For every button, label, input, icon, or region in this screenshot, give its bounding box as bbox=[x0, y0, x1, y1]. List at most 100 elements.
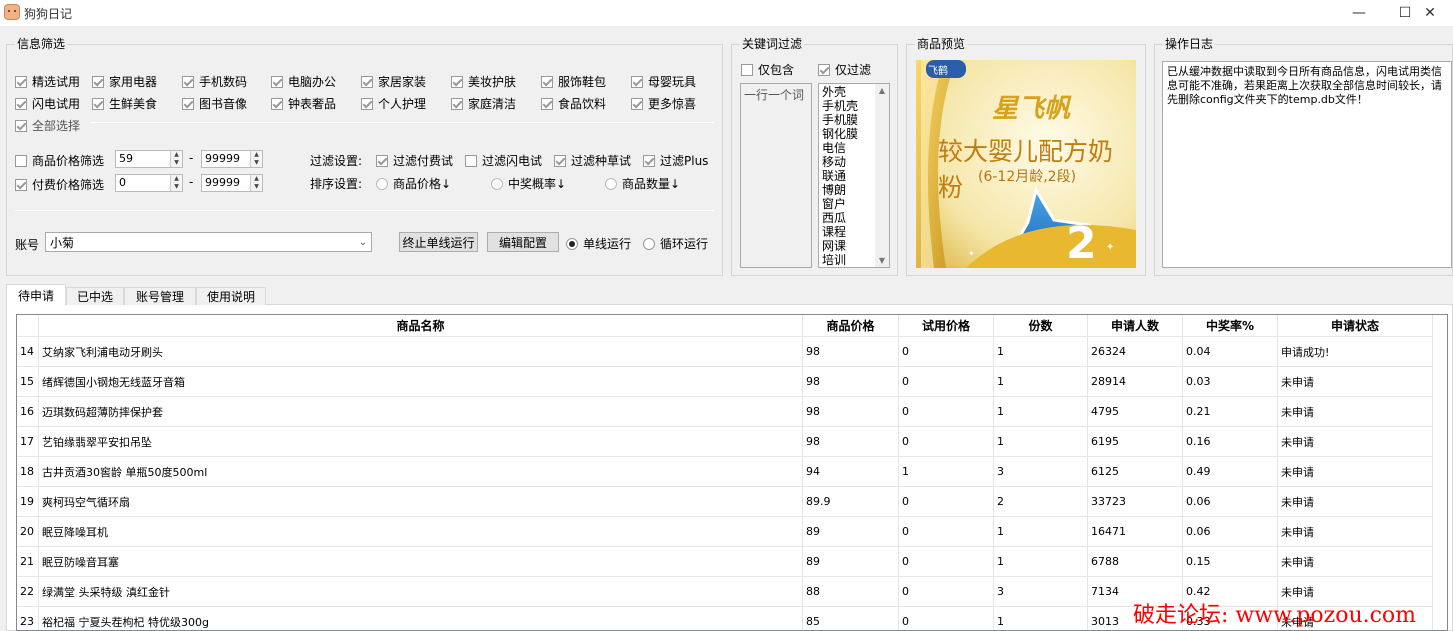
filter-paid-trial-checkbox[interactable]: 过滤付费试 bbox=[376, 152, 453, 169]
column-header[interactable]: 份数 bbox=[994, 315, 1088, 337]
table-cell: 94 bbox=[803, 457, 899, 487]
keyword-list[interactable]: 外壳 手机壳 手机膜 钢化膜 电信 移动 联通 博朗 窗户 西瓜 课程 网课 培训 ▲ ▼ bbox=[818, 83, 890, 268]
account-select[interactable]: 小菊 ⌄ bbox=[45, 232, 372, 252]
select-all-checkbox[interactable]: 全部选择 bbox=[15, 117, 80, 134]
category-checkbox[interactable]: 钟表奢品 bbox=[271, 95, 336, 112]
column-header[interactable]: 申请人数 bbox=[1088, 315, 1183, 337]
table-cell: 0 bbox=[899, 577, 994, 607]
paid-max-spinner[interactable]: 99999 ▲ ▼ bbox=[201, 174, 263, 192]
scroll-down-icon[interactable]: ▼ bbox=[875, 256, 889, 265]
sort-by-price-radio[interactable]: 商品价格↓ bbox=[376, 175, 451, 192]
price-max-spinner[interactable]: 99999 ▲ ▼ bbox=[201, 150, 263, 168]
tab-selected[interactable]: 已中选 bbox=[66, 287, 124, 305]
checkbox-box bbox=[741, 63, 753, 76]
table-cell: 0 bbox=[899, 337, 994, 367]
checkbox-box bbox=[631, 97, 643, 110]
category-label: 闪电试用 bbox=[32, 97, 81, 111]
checkbox-box bbox=[92, 75, 104, 88]
category-label: 个人护理 bbox=[378, 97, 427, 111]
keyword-scrollbar[interactable]: ▲ ▼ bbox=[875, 84, 889, 267]
checkbox-box bbox=[376, 154, 388, 167]
row-number: 17 bbox=[17, 427, 39, 457]
price-filter-checkbox[interactable]: 商品价格筛选 bbox=[15, 152, 104, 169]
spin-down-icon[interactable]: ▼ bbox=[251, 159, 262, 167]
category-checkbox[interactable]: 家居家装 bbox=[361, 73, 426, 90]
table-cell: 1 bbox=[994, 517, 1088, 547]
divider bbox=[15, 210, 714, 211]
category-checkbox[interactable]: 生鲜美食 bbox=[92, 95, 157, 112]
paid-range-dash: - bbox=[189, 175, 194, 189]
edit-config-button[interactable]: 编辑配置 bbox=[487, 232, 559, 252]
table-cell: 未申请 bbox=[1278, 427, 1433, 457]
price-min-spinner[interactable]: 59 ▲ ▼ bbox=[115, 150, 183, 168]
loop-run-radio[interactable]: 循环运行 bbox=[643, 235, 708, 252]
column-header[interactable]: 试用价格 bbox=[899, 315, 994, 337]
log-textarea[interactable]: 已从缓冲数据中读取到今日所有商品信息，闪电试用类信息可能不准确，若果距离上次获取… bbox=[1162, 61, 1452, 268]
stop-single-run-button[interactable]: 终止单线运行 bbox=[399, 232, 478, 252]
table-cell: 89.9 bbox=[803, 487, 899, 517]
spin-up-icon[interactable]: ▲ bbox=[251, 151, 262, 159]
column-header[interactable]: 商品价格 bbox=[803, 315, 899, 337]
spin-up-icon[interactable]: ▲ bbox=[251, 175, 262, 183]
table-row[interactable]: 20 眠豆降噪耳机 89 0 1 16471 0.06 未申请 bbox=[17, 517, 1433, 547]
table-row[interactable]: 15 绪辉德国小钢炮无线蓝牙音箱 98 0 1 28914 0.03 未申请 bbox=[17, 367, 1433, 397]
product-sub-text: (6-12月龄,2段) bbox=[978, 169, 1077, 185]
table-row[interactable]: 18 古井贡酒30窖龄 单瓶50度500ml 94 1 3 6125 0.49 未申请 bbox=[17, 457, 1433, 487]
column-header[interactable]: 中奖率% bbox=[1183, 315, 1278, 337]
category-checkbox[interactable]: 美妆护肤 bbox=[451, 73, 516, 90]
keyword-filter-title: 关键词过滤 bbox=[740, 37, 805, 51]
table-row[interactable]: 21 眠豆防噪音耳塞 89 0 1 6788 0.15 未申请 bbox=[17, 547, 1433, 577]
category-checkbox[interactable]: 食品饮料 bbox=[541, 95, 606, 112]
category-checkbox[interactable]: 电脑办公 bbox=[271, 73, 336, 90]
minimize-button[interactable]: — bbox=[1336, 0, 1382, 26]
only-include-checkbox[interactable]: 仅包含 bbox=[741, 61, 794, 78]
scroll-up-icon[interactable]: ▲ bbox=[875, 86, 889, 95]
category-checkbox[interactable]: 更多惊喜 bbox=[631, 95, 696, 112]
single-run-radio[interactable]: 单线运行 bbox=[566, 235, 631, 252]
category-checkbox[interactable]: 精选试用 bbox=[15, 73, 80, 90]
table-cell: 绿满堂 头采特级 滇红金针 bbox=[39, 577, 803, 607]
spin-down-icon[interactable]: ▼ bbox=[171, 183, 182, 191]
only-filter-checkbox[interactable]: 仅过滤 bbox=[818, 61, 871, 78]
table-cell: 未申请 bbox=[1278, 397, 1433, 427]
table-row[interactable]: 17 艺铂缘翡翠平安扣吊坠 98 0 1 6195 0.16 未申请 bbox=[17, 427, 1433, 457]
spin-down-icon[interactable]: ▼ bbox=[251, 183, 262, 191]
only-include-label: 仅包含 bbox=[758, 63, 795, 77]
paid-filter-checkbox[interactable]: 付费价格筛选 bbox=[15, 176, 104, 193]
tab-account-management[interactable]: 账号管理 bbox=[124, 287, 196, 305]
category-checkbox[interactable]: 图书音像 bbox=[182, 95, 247, 112]
radio-circle bbox=[605, 177, 617, 190]
category-checkbox[interactable]: 个人护理 bbox=[361, 95, 426, 112]
category-checkbox[interactable]: 手机数码 bbox=[182, 73, 247, 90]
close-button[interactable]: ✕ bbox=[1407, 0, 1453, 26]
category-checkbox[interactable]: 家用电器 bbox=[92, 73, 157, 90]
keyword-input[interactable]: 一行一个词 bbox=[740, 83, 812, 268]
spin-down-icon[interactable]: ▼ bbox=[171, 159, 182, 167]
table-cell: 1 bbox=[994, 337, 1088, 367]
window-title: 狗狗日记 bbox=[24, 7, 73, 21]
table-row[interactable]: 14 艾纳家飞利浦电动牙刷头 98 0 1 26324 0.04 申请成功! bbox=[17, 337, 1433, 367]
category-checkbox[interactable]: 家庭清洁 bbox=[451, 95, 516, 112]
filter-flash-trial-checkbox[interactable]: 过滤闪电试 bbox=[465, 152, 542, 169]
sort-by-quantity-radio[interactable]: 商品数量↓ bbox=[605, 175, 680, 192]
category-checkbox[interactable]: 闪电试用 bbox=[15, 95, 80, 112]
checkbox-box bbox=[15, 178, 27, 191]
category-checkbox[interactable]: 服饰鞋包 bbox=[541, 73, 606, 90]
tab-pending[interactable]: 待申请 bbox=[6, 284, 66, 305]
table-cell: 未申请 bbox=[1278, 547, 1433, 577]
table-cell: 98 bbox=[803, 337, 899, 367]
table-cell: 0.49 bbox=[1183, 457, 1278, 487]
column-header[interactable]: 商品名称 bbox=[39, 315, 803, 337]
table-row[interactable]: 16 迈琪数码超薄防摔保护套 98 0 1 4795 0.21 未申请 bbox=[17, 397, 1433, 427]
sort-by-probability-radio[interactable]: 中奖概率↓ bbox=[491, 175, 566, 192]
spin-up-icon[interactable]: ▲ bbox=[171, 151, 182, 159]
category-checkbox[interactable]: 母婴玩具 bbox=[631, 73, 696, 90]
column-header[interactable]: 申请状态 bbox=[1278, 315, 1433, 337]
table-row[interactable]: 19 爽柯玛空气循环扇 89.9 0 2 33723 0.06 未申请 bbox=[17, 487, 1433, 517]
tab-instructions[interactable]: 使用说明 bbox=[196, 287, 266, 305]
filter-seed-trial-checkbox[interactable]: 过滤种草试 bbox=[554, 152, 631, 169]
spin-up-icon[interactable]: ▲ bbox=[171, 175, 182, 183]
table-cell: 98 bbox=[803, 367, 899, 397]
filter-plus-checkbox[interactable]: 过滤Plus bbox=[643, 152, 708, 169]
paid-min-spinner[interactable]: 0 ▲ ▼ bbox=[115, 174, 183, 192]
